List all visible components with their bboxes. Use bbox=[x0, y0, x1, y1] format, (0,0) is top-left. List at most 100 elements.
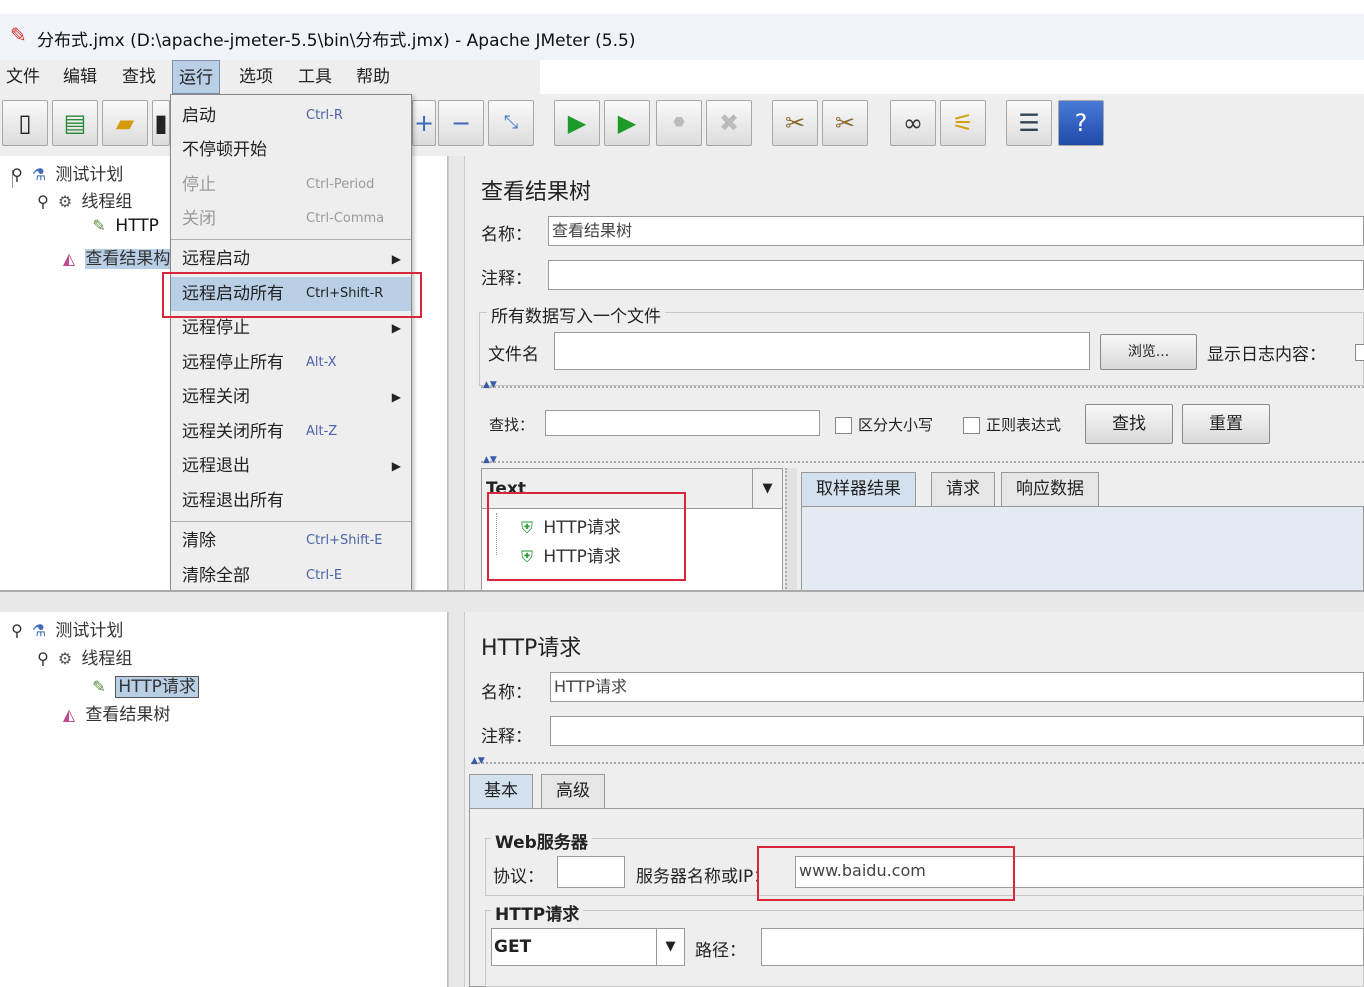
reset-button[interactable]: 重置 bbox=[1182, 404, 1270, 444]
menu-item-start-no-pause[interactable]: 不停顿开始 bbox=[171, 133, 411, 167]
open-icon[interactable]: ▰ bbox=[102, 100, 148, 146]
split-divider[interactable] bbox=[448, 156, 465, 592]
menu-item-shutdown: 关闭 Ctrl-Comma bbox=[182, 209, 385, 229]
window-title: 分布式.jmx (D:\apache-jmeter-5.5\bin\分布式.jm… bbox=[37, 31, 636, 51]
split-divider[interactable] bbox=[448, 612, 465, 987]
menu-help[interactable]: 帮助 bbox=[350, 60, 396, 94]
start-icon[interactable]: ▶ bbox=[554, 100, 600, 146]
splitter[interactable] bbox=[481, 386, 1364, 388]
menu-item-clear-all[interactable]: 清除全部 Ctrl-E bbox=[171, 559, 411, 591]
node-toggle-icon[interactable]: ⚲ bbox=[32, 649, 54, 668]
search-field[interactable] bbox=[545, 410, 820, 436]
tree-item-http-request[interactable]: ✎ HTTP bbox=[88, 216, 159, 236]
menu-item-remote-exit[interactable]: 远程退出 ▶ bbox=[171, 449, 411, 483]
node-toggle-icon[interactable]: ⚲ bbox=[6, 165, 28, 184]
submenu-arrow-icon: ▶ bbox=[391, 459, 401, 473]
search-binoculars-icon[interactable]: ∞ bbox=[890, 100, 936, 146]
menu-item-remote-shutdown[interactable]: 远程关闭 ▶ bbox=[171, 380, 411, 414]
submenu-arrow-icon: ▶ bbox=[391, 390, 401, 404]
menu-item-stop: 停止 Ctrl-Period bbox=[182, 175, 375, 195]
name-label: 名称： bbox=[481, 225, 532, 245]
name-field[interactable]: HTTP请求 bbox=[550, 672, 1364, 702]
node-toggle-icon[interactable]: ⚲ bbox=[6, 621, 28, 640]
case-sensitive-checkbox[interactable]: 区分大小写 bbox=[835, 414, 933, 435]
tab-request[interactable]: 请求 bbox=[931, 472, 995, 506]
save-icon[interactable]: ▮ bbox=[152, 100, 170, 146]
chart-icon: ◭ bbox=[62, 705, 76, 724]
splitter-arrows-icon[interactable]: ▲▼ bbox=[471, 756, 485, 766]
menu-options[interactable]: 选项 bbox=[233, 60, 279, 94]
name-field[interactable]: 查看结果树 bbox=[548, 216, 1364, 246]
comment-field[interactable] bbox=[550, 716, 1364, 746]
protocol-field[interactable] bbox=[557, 856, 625, 888]
clear-icon[interactable]: ✂ bbox=[772, 100, 818, 146]
protocol-label: 协议： bbox=[493, 867, 544, 887]
splitter-2[interactable] bbox=[481, 461, 1364, 463]
show-log-label: 显示日志内容： bbox=[1207, 345, 1326, 365]
browse-button[interactable]: 浏览... bbox=[1100, 334, 1197, 370]
expand-icon[interactable]: + bbox=[412, 100, 436, 146]
path-label: 路径： bbox=[695, 941, 746, 961]
splitter[interactable] bbox=[471, 762, 1364, 764]
name-label: 名称： bbox=[481, 683, 532, 703]
shutdown-icon[interactable]: ✖ bbox=[706, 100, 752, 146]
menu-search[interactable]: 查找 bbox=[116, 60, 162, 94]
menu-item-remote-start[interactable]: 远程启动 ▶ bbox=[171, 242, 411, 276]
menu-item-remote-exit-all[interactable]: 远程退出所有 bbox=[171, 484, 411, 518]
path-field[interactable] bbox=[761, 928, 1364, 966]
find-button[interactable]: 查找 bbox=[1085, 404, 1173, 444]
toggle-icon[interactable]: ⤡ bbox=[488, 100, 534, 146]
menu-item-start[interactable]: 启动 Ctrl-R bbox=[171, 99, 411, 133]
tab-sampler-result[interactable]: 取样器结果 bbox=[801, 472, 916, 506]
splitter-arrows-icon[interactable]: ▲▼ bbox=[483, 455, 497, 465]
show-log-checkbox[interactable] bbox=[1355, 344, 1364, 361]
comment-label: 注释： bbox=[481, 269, 532, 289]
panel-title: 查看结果树 bbox=[481, 180, 592, 205]
templates-icon[interactable]: ▤ bbox=[52, 100, 98, 146]
method-select[interactable]: GET ▼ bbox=[491, 928, 685, 966]
tab-response-data[interactable]: 响应数据 bbox=[1001, 472, 1099, 506]
menu-bar: 文件 编辑 查找 运行 选项 工具 帮助 bbox=[0, 60, 540, 94]
chevron-down-icon[interactable]: ▼ bbox=[656, 929, 684, 965]
collapse-icon[interactable]: − bbox=[438, 100, 484, 146]
menu-item-clear[interactable]: 清除 Ctrl+Shift-E bbox=[171, 524, 411, 558]
chart-icon: ◭ bbox=[62, 249, 76, 268]
tab-basic[interactable]: 基本 bbox=[469, 774, 533, 808]
menu-item-remote-stop-all[interactable]: 远程停止所有 Alt-X bbox=[171, 346, 411, 380]
start-no-pause-icon[interactable]: ▶ bbox=[604, 100, 650, 146]
menu-run[interactable]: 运行 bbox=[172, 60, 220, 94]
write-all-label: 所有数据写入一个文件 bbox=[487, 302, 665, 327]
test-plan-tree-bottom: ⚲ ⚗ 测试计划 ⚲ ⚙ 线程组 ✎ HTTP请求 ◭ 查看结果树 bbox=[0, 612, 448, 987]
filename-field[interactable] bbox=[554, 332, 1090, 370]
regex-checkbox[interactable]: 正则表达式 bbox=[963, 414, 1061, 435]
chevron-down-icon[interactable]: ▼ bbox=[752, 469, 782, 509]
tree-item-test-plan[interactable]: ⚲ ⚗ 测试计划 bbox=[6, 160, 123, 185]
clear-all-icon[interactable]: ✂ bbox=[822, 100, 868, 146]
tree-item-result-tree[interactable]: ◭ 查看结果树 bbox=[58, 700, 171, 725]
help-icon[interactable]: ? bbox=[1058, 100, 1104, 146]
splitter-arrows-icon[interactable]: ▲▼ bbox=[483, 380, 497, 390]
http-request-label: HTTP请求 bbox=[491, 900, 584, 925]
node-toggle-icon[interactable]: ⚲ bbox=[32, 192, 54, 211]
reset-search-broom-icon[interactable]: ⚟ bbox=[940, 100, 986, 146]
web-server-label: Web服务器 bbox=[491, 828, 592, 853]
function-helper-icon[interactable]: ☰ bbox=[1006, 100, 1052, 146]
window-title-bar: ✎ 分布式.jmx (D:\apache-jmeter-5.5\bin\分布式.… bbox=[0, 0, 1364, 60]
annotation-box bbox=[757, 846, 1015, 901]
tree-item-result-tree[interactable]: ◭ 查看结果构 bbox=[58, 244, 171, 269]
gear-icon: ⚙ bbox=[57, 192, 73, 211]
tab-advanced[interactable]: 高级 bbox=[541, 774, 605, 808]
comment-field[interactable] bbox=[548, 260, 1364, 290]
tree-item-http-request[interactable]: ✎ HTTP请求 bbox=[88, 672, 199, 698]
stop-icon[interactable]: ⬣ bbox=[656, 100, 702, 146]
tree-item-thread-group[interactable]: ⚲ ⚙ 线程组 bbox=[32, 187, 132, 212]
vertical-splitter[interactable] bbox=[785, 468, 797, 592]
menu-edit[interactable]: 编辑 bbox=[57, 60, 103, 94]
tree-item-thread-group[interactable]: ⚲ ⚙ 线程组 bbox=[32, 644, 132, 669]
new-icon[interactable]: ▯ bbox=[2, 100, 48, 146]
tree-item-test-plan[interactable]: ⚲ ⚗ 测试计划 bbox=[6, 616, 123, 641]
menu-tools[interactable]: 工具 bbox=[292, 60, 338, 94]
pipette-icon: ✎ bbox=[92, 677, 106, 696]
menu-item-remote-shutdown-all[interactable]: 远程关闭所有 Alt-Z bbox=[171, 415, 411, 449]
menu-file[interactable]: 文件 bbox=[0, 60, 46, 94]
